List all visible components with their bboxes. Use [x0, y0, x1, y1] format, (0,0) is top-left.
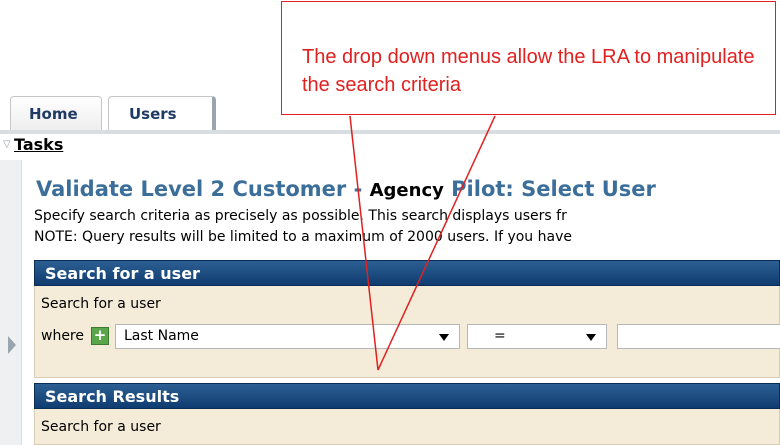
tab-home[interactable]: Home [10, 96, 102, 130]
search-label: Search for a user [41, 296, 161, 312]
page-title: Validate Level 2 Customer - Agency Pilot… [36, 177, 656, 201]
left-gutter [0, 160, 22, 445]
where-label: where [41, 328, 84, 344]
search-panel-body: Search for a user where + Last Name = [34, 286, 780, 378]
chevron-down-icon [586, 334, 596, 341]
annotation-callout: The drop down menus allow the LRA to man… [281, 1, 776, 115]
page-title-separator: - [346, 177, 370, 201]
results-panel-header: Search Results [34, 383, 780, 409]
tab-home-label: Home [29, 105, 78, 123]
page-title-main: Validate Level 2 Customer [36, 177, 347, 201]
expand-arrow-icon[interactable] [8, 336, 16, 354]
results-text: Search for a user [41, 419, 161, 435]
results-panel-body: Search for a user [34, 409, 780, 445]
collapse-triangle-icon[interactable]: ▽ [3, 139, 11, 150]
tasks-link[interactable]: Tasks [14, 135, 63, 154]
search-value-input[interactable] [617, 324, 780, 349]
tasks-section: ▽ Tasks [0, 134, 780, 160]
chevron-down-icon [439, 334, 449, 341]
annotation-text: The drop down menus allow the LRA to man… [302, 46, 755, 96]
add-criteria-button[interactable]: + [91, 327, 109, 345]
field-select-value: Last Name [124, 328, 199, 344]
description-line-2: NOTE: Query results will be limited to a… [34, 229, 572, 245]
operator-select[interactable]: = [467, 324, 607, 349]
tab-users[interactable]: Users [108, 96, 216, 130]
page-title-suffix: Pilot: Select User [443, 177, 656, 201]
tab-users-label: Users [129, 105, 177, 123]
operator-select-value: = [494, 328, 506, 344]
description-line-1: Specify search criteria as precisely as … [34, 208, 567, 224]
field-select[interactable]: Last Name [115, 324, 460, 349]
main-content: Validate Level 2 Customer - Agency Pilot… [22, 160, 780, 445]
page-title-agency: Agency [369, 180, 444, 201]
search-panel-header: Search for a user [34, 260, 780, 286]
